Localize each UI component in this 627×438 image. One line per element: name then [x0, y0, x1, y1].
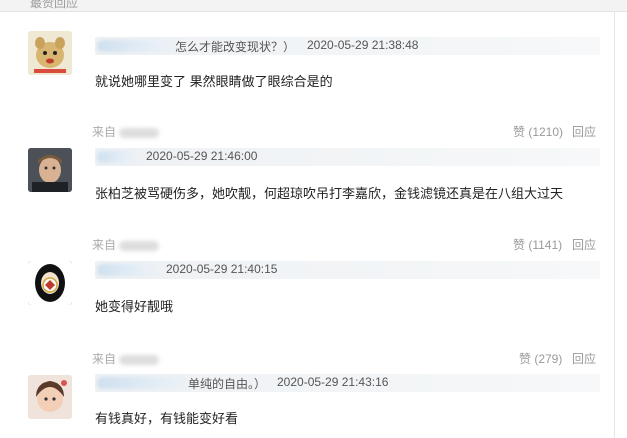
section-tab-label: 最赞回应 — [30, 0, 79, 10]
avatar[interactable] — [28, 261, 72, 305]
section-tab: 最赞回应 — [0, 0, 627, 12]
reply-button[interactable]: 回应 — [572, 236, 596, 253]
reply-button[interactable]: 回应 — [572, 350, 596, 367]
comment-footer: 来自 赞 (1141) 回应 — [0, 236, 627, 252]
username-redacted[interactable] — [97, 40, 175, 52]
username-redacted[interactable] — [97, 151, 137, 163]
comment-content: 张柏芝被骂硬伤多，她吹靓，何超琼吹吊打李嘉欣，金钱滤镜还真是在八组大过天 — [95, 186, 564, 201]
like-button[interactable]: 赞 (1210) — [513, 123, 563, 140]
comment-content: 有钱真好，有钱能变好看 — [95, 411, 239, 426]
source-redacted — [119, 240, 160, 251]
reply-button[interactable]: 回应 — [572, 123, 596, 140]
source-redacted — [119, 354, 160, 365]
reply-quote: 怎么才能改变现状？） — [175, 40, 296, 54]
avatar[interactable] — [28, 31, 72, 75]
comment-source: 来自 — [92, 350, 160, 367]
comment-header: 单纯的自由。） 2020-05-29 21:43:16 — [95, 374, 600, 392]
comment-timestamp: 2020-05-29 21:43:16 — [277, 375, 389, 389]
avatar[interactable] — [28, 148, 72, 192]
comment-header: 怎么才能改变现状？） 2020-05-29 21:38:48 — [95, 37, 600, 55]
username-redacted[interactable] — [97, 264, 157, 276]
page-right-border — [614, 12, 615, 438]
comment-header: 2020-05-29 21:46:00 — [95, 148, 600, 166]
comment-timestamp: 2020-05-29 21:40:15 — [166, 262, 278, 276]
comment-footer: 来自 赞 (1210) 回应 — [0, 123, 627, 139]
like-button[interactable]: 赞 (279) — [519, 350, 562, 367]
reply-quote: 单纯的自由。） — [188, 377, 267, 391]
avatar[interactable] — [28, 375, 72, 419]
username-redacted[interactable] — [97, 377, 193, 389]
comment-content: 就说她哪里变了 果然眼睛做了眼综合是的 — [95, 74, 333, 89]
comment-source: 来自 — [92, 236, 160, 253]
comment-content: 她变得好靓哦 — [95, 299, 174, 314]
comment-source: 来自 — [92, 123, 160, 140]
source-redacted — [119, 127, 160, 138]
comment-timestamp: 2020-05-29 21:46:00 — [146, 149, 258, 163]
like-button[interactable]: 赞 (1141) — [513, 236, 562, 253]
comment-header: 2020-05-29 21:40:15 — [95, 261, 600, 279]
comment-footer: 来自 赞 (279) 回应 — [0, 350, 627, 366]
comment-timestamp: 2020-05-29 21:38:48 — [307, 38, 419, 52]
